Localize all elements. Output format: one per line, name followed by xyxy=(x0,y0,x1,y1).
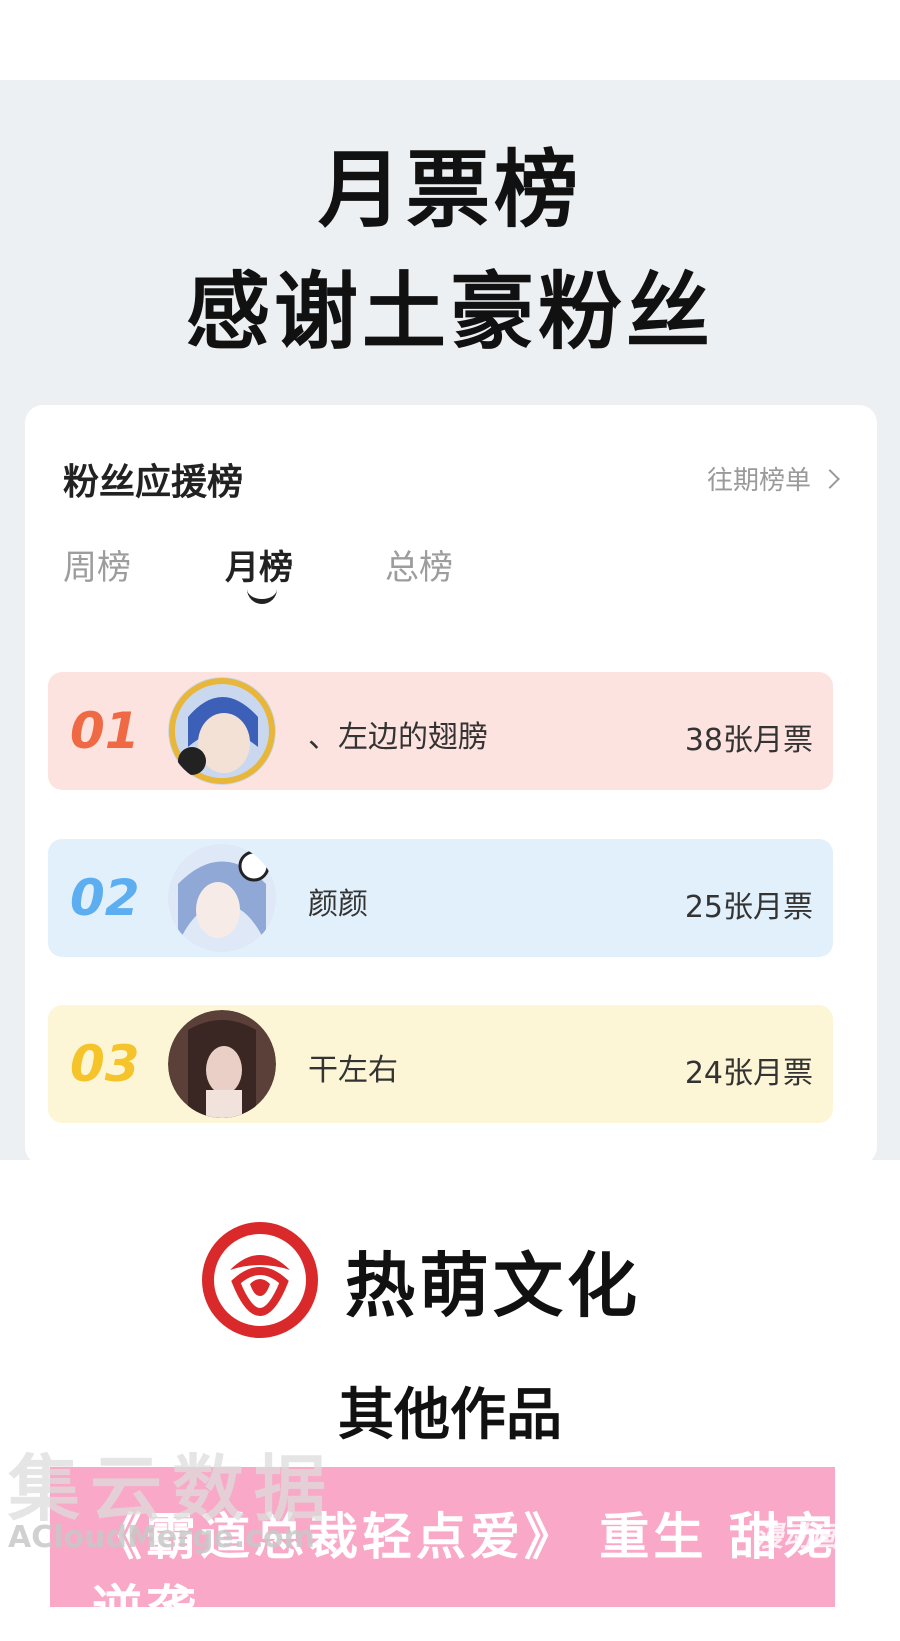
tab-monthly[interactable]: 月榜 xyxy=(225,540,293,589)
rank-row-3[interactable]: 03 干左右 24张月票 xyxy=(48,1005,833,1123)
banner-subtitle: 感谢土豪粉丝 xyxy=(185,263,714,361)
card-title: 粉丝应援榜 xyxy=(63,462,244,503)
rank-number: 03 xyxy=(70,1035,140,1093)
rank-number: 01 xyxy=(70,702,140,760)
rank-row-1[interactable]: 01 、左边的翅膀 38张月票 xyxy=(48,672,833,790)
avatar xyxy=(168,844,276,952)
chevron-right-icon xyxy=(820,468,840,489)
history-list-link[interactable]: 往期榜单 xyxy=(706,460,840,497)
history-link-label: 往期榜单 xyxy=(706,466,811,496)
rank-number: 02 xyxy=(70,869,140,927)
ticket-count: 38张月票 xyxy=(684,723,813,758)
brand-row: 热萌文化 xyxy=(200,1220,720,1340)
watermark-url: ACloudMerge.com xyxy=(8,1520,315,1555)
fan-support-card: 粉丝应援榜 往期榜单 周榜 月榜 总榜 01 、左边的翅膀 38张月票 02 颜… xyxy=(25,405,877,1165)
rank-row-2[interactable]: 02 颜颜 25张月票 xyxy=(48,839,833,957)
fan-name: 干左右 xyxy=(308,1053,398,1088)
banner-title: 月票榜 xyxy=(317,141,582,239)
brand-name: 热萌文化 xyxy=(345,1244,641,1327)
rose-logo-icon xyxy=(202,1222,318,1338)
tab-weekly[interactable]: 周榜 xyxy=(63,540,131,589)
watermark-right: 漫动画 xyxy=(755,1520,840,1553)
top-strip xyxy=(0,0,900,80)
avatar xyxy=(168,1010,276,1118)
avatar xyxy=(168,677,276,785)
ticket-count: 24张月票 xyxy=(684,1056,813,1091)
ticket-count: 25张月票 xyxy=(684,890,813,925)
fan-name: 、左边的翅膀 xyxy=(308,720,488,755)
tab-total[interactable]: 总榜 xyxy=(385,540,453,589)
fan-name: 颜颜 xyxy=(308,887,368,922)
active-tab-indicator xyxy=(247,585,277,604)
